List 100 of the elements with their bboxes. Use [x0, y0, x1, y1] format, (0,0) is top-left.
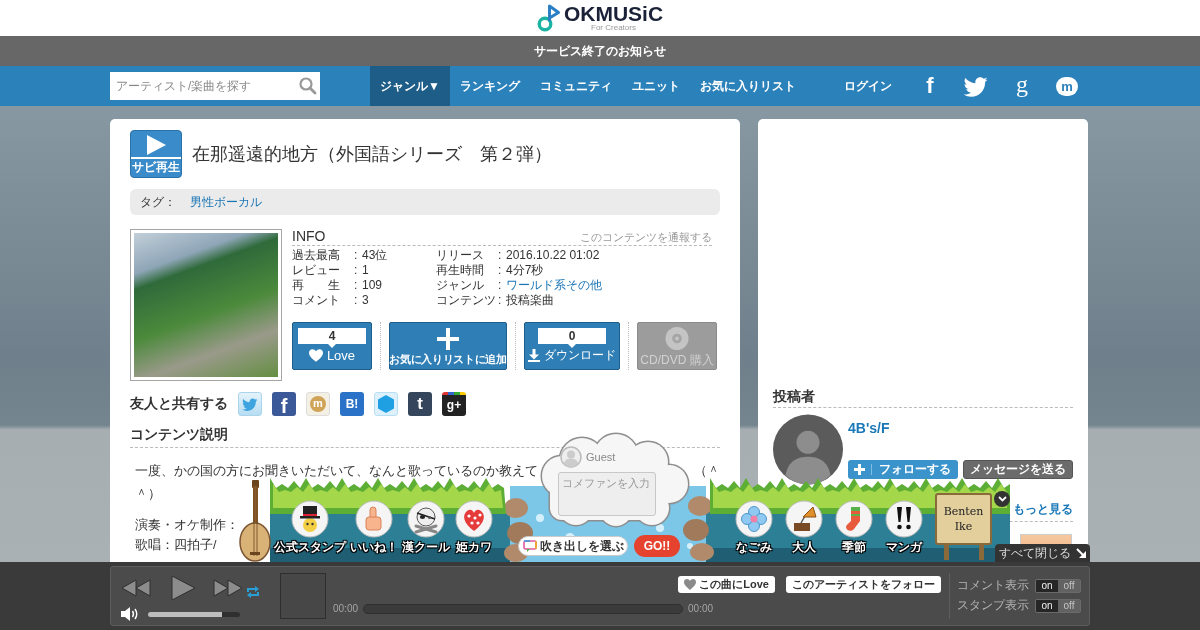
- volume-slider[interactable]: [148, 611, 240, 617]
- disc-icon: [665, 327, 689, 350]
- info-colon: :: [354, 278, 359, 293]
- chevron-down-icon: [997, 496, 1007, 502]
- info-colon: :: [354, 263, 359, 278]
- description-text: （＾: [694, 463, 720, 480]
- stamp-button[interactable]: なごみ: [734, 500, 774, 554]
- tag-link[interactable]: 男性ボーカル: [190, 193, 262, 211]
- info-value: 1: [362, 263, 369, 278]
- on-off-toggle[interactable]: on off: [1035, 598, 1081, 613]
- info-colon: :: [354, 293, 359, 308]
- toggle-label: コメント表示: [957, 577, 1030, 594]
- stamp-button[interactable]: 大人: [784, 500, 824, 554]
- info-label: リリース: [436, 248, 485, 263]
- social-link[interactable]: m: [1056, 76, 1078, 96]
- description-text: 歌唱：四拍子/: [135, 537, 217, 554]
- share-button[interactable]: B!: [340, 392, 364, 416]
- action-button[interactable]: 0 ダウンロード: [524, 322, 620, 370]
- share-button[interactable]: t: [408, 392, 432, 416]
- count-badge: 4: [298, 328, 366, 348]
- search-icon[interactable]: [296, 72, 320, 100]
- repeat-icon[interactable]: [246, 586, 260, 598]
- play-icon: [145, 135, 167, 155]
- share-heading: 友人と共有する: [130, 395, 228, 413]
- progress-track[interactable]: [363, 603, 684, 614]
- info-label: レビュー: [292, 263, 341, 278]
- comment-field[interactable]: コメファンを入力: [558, 472, 656, 516]
- logo-wordmark: OKMUSiC: [563, 4, 664, 23]
- thumbs-up-icon: [355, 500, 393, 538]
- tag-label: タグ：: [140, 193, 176, 211]
- nav-tab[interactable]: ランキング: [449, 66, 530, 106]
- logo-icon: [536, 4, 561, 32]
- on-off-toggle[interactable]: on off: [1035, 578, 1081, 593]
- description-text: 一度、かの国の方にお聞きいただいて、なんと歌っているのか教えて: [135, 463, 538, 480]
- search-field[interactable]: アーティスト/楽曲を探す: [110, 72, 296, 100]
- info-link[interactable]: ワールド系その他: [506, 278, 602, 293]
- share-button[interactable]: [374, 392, 398, 416]
- bubble-select-button[interactable]: 吹き出しを選ぶ: [518, 536, 628, 556]
- info-label: 再生時間: [436, 263, 485, 278]
- info-label: ジャンル: [436, 278, 485, 293]
- action-button[interactable]: お気に入りリストに追加: [389, 322, 507, 370]
- preview-play-button[interactable]: サビ再生: [130, 130, 182, 178]
- stamp-button[interactable]: マンガ: [884, 500, 924, 554]
- poster-name-link[interactable]: 4B's/F: [848, 420, 1073, 436]
- go-button[interactable]: GO!!: [634, 535, 680, 557]
- info-label: コメント: [292, 293, 341, 308]
- stamp-button[interactable]: 姫カワ: [454, 500, 494, 554]
- arrow-icon: [1076, 548, 1086, 558]
- close-all-button[interactable]: すべて閉じる: [995, 544, 1090, 562]
- download-icon: [528, 349, 540, 362]
- info-colon: :: [498, 278, 503, 293]
- social-link[interactable]: g: [1010, 74, 1034, 98]
- count-badge: 0: [538, 328, 606, 348]
- description-text: ＾）: [135, 486, 161, 503]
- notice-link[interactable]: サービス終了のお知らせ: [534, 42, 666, 60]
- hexagon-icon: [378, 395, 394, 413]
- follow-artist-button[interactable]: このアーティストをフォロー: [786, 576, 941, 593]
- rewind-icon[interactable]: [121, 579, 151, 597]
- social-link[interactable]: f: [918, 74, 942, 98]
- info-label: 再 生: [292, 278, 341, 293]
- share-button[interactable]: [238, 392, 262, 416]
- info-colon: :: [354, 248, 359, 263]
- bird-icon: [964, 75, 988, 97]
- current-time: 00:00: [333, 603, 359, 614]
- share-button[interactable]: g+: [442, 392, 466, 416]
- track-thumbnail: [280, 573, 326, 619]
- share-button[interactable]: f: [272, 392, 296, 416]
- info-colon: :: [498, 248, 503, 263]
- message-button[interactable]: メッセージを送る: [963, 460, 1073, 479]
- social-link[interactable]: [964, 74, 988, 98]
- play-icon[interactable]: [170, 575, 196, 601]
- more-link[interactable]: もっと見る: [1013, 501, 1073, 518]
- report-link[interactable]: このコンテンツを通報する: [580, 230, 712, 245]
- info-value: 109: [362, 278, 383, 293]
- info-label: コンテンツ: [436, 293, 497, 308]
- info-value: 3: [362, 293, 369, 308]
- info-heading: INFO: [292, 229, 326, 244]
- stamp-button[interactable]: いいね！: [350, 500, 398, 554]
- total-time: 00:00: [688, 603, 714, 614]
- love-button[interactable]: この曲にLove: [678, 576, 775, 593]
- login-link[interactable]: ログイン: [844, 77, 892, 95]
- follow-button[interactable]: フォローする: [848, 460, 958, 479]
- stamp-button[interactable]: 公式スタンプ: [274, 500, 346, 554]
- stamp-button[interactable]: 漢クール: [402, 500, 450, 554]
- nav-tab[interactable]: ユニット: [621, 66, 690, 106]
- info-label: 過去最高: [292, 248, 341, 263]
- action-button[interactable]: 4 Love: [292, 322, 372, 370]
- heart-icon: [308, 349, 323, 362]
- toggle-label: スタンプ表示: [957, 597, 1030, 614]
- nav-tab[interactable]: ジャンル▼: [370, 66, 450, 106]
- nav-tab[interactable]: お気に入りリスト: [689, 66, 806, 106]
- nav-tab[interactable]: コミュニティ: [529, 66, 622, 106]
- fast-forward-icon[interactable]: [213, 579, 243, 597]
- user-icon: [560, 446, 582, 468]
- speaker-icon[interactable]: [121, 607, 139, 621]
- rock-cluster: [683, 496, 714, 561]
- guest-name: Guest: [586, 451, 616, 463]
- lute-icon: [238, 480, 272, 562]
- gramophone-icon: [785, 500, 823, 538]
- stamp-button[interactable]: 季節: [834, 500, 874, 554]
